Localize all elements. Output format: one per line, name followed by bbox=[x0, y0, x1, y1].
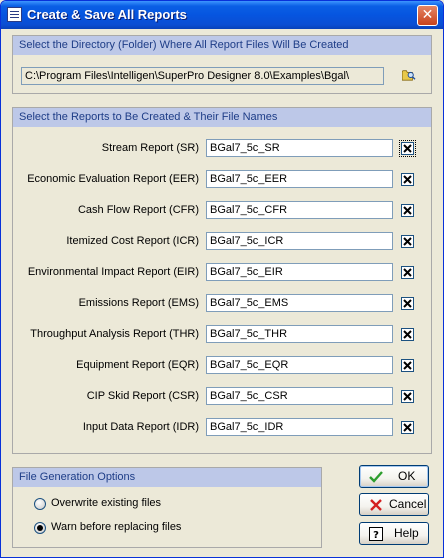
report-filename-input[interactable] bbox=[206, 263, 393, 281]
report-label: Input Data Report (IDR) bbox=[82, 421, 199, 433]
check-x-icon bbox=[403, 144, 412, 153]
svg-text:?: ? bbox=[373, 530, 379, 541]
check-x-icon bbox=[403, 392, 412, 401]
report-filename-input[interactable] bbox=[206, 232, 393, 250]
report-include-checkbox[interactable] bbox=[401, 359, 414, 372]
report-filename-input[interactable] bbox=[206, 418, 393, 436]
reports-group-header: Select the Reports to Be Created & Their… bbox=[13, 108, 431, 127]
cancel-button-label: Cancel bbox=[389, 497, 427, 511]
create-save-reports-dialog: Create & Save All Reports ✕ Select the D… bbox=[0, 0, 444, 558]
directory-group-header: Select the Directory (Folder) Where All … bbox=[13, 36, 431, 55]
report-include-checkbox[interactable] bbox=[401, 421, 414, 434]
report-include-checkbox[interactable] bbox=[401, 204, 414, 217]
ok-button-label: OK bbox=[398, 469, 416, 483]
check-x-icon bbox=[403, 330, 412, 339]
warn-radio-label[interactable]: Warn before replacing files bbox=[51, 521, 181, 533]
report-filename-input[interactable] bbox=[206, 356, 393, 374]
report-filename-input[interactable] bbox=[206, 170, 393, 188]
report-include-checkbox[interactable] bbox=[399, 140, 416, 157]
overwrite-radio[interactable] bbox=[34, 498, 46, 510]
report-filename-input[interactable] bbox=[206, 139, 393, 157]
report-include-checkbox[interactable] bbox=[401, 235, 414, 248]
check-x-icon bbox=[403, 206, 412, 215]
check-x-icon bbox=[403, 237, 412, 246]
folder-search-icon[interactable] bbox=[402, 69, 416, 81]
report-label: Throughput Analysis Report (THR) bbox=[30, 328, 199, 340]
report-include-checkbox[interactable] bbox=[401, 173, 414, 186]
warn-radio[interactable] bbox=[34, 522, 46, 534]
check-x-icon bbox=[403, 423, 412, 432]
help-question-icon: ? bbox=[369, 527, 383, 541]
window-title: Create & Save All Reports bbox=[27, 7, 187, 22]
options-group-header: File Generation Options bbox=[13, 468, 321, 487]
report-include-checkbox[interactable] bbox=[401, 266, 414, 279]
check-x-icon bbox=[403, 268, 412, 277]
directory-group: Select the Directory (Folder) Where All … bbox=[12, 35, 432, 94]
overwrite-radio-label[interactable]: Overwrite existing files bbox=[51, 497, 161, 509]
report-label: Itemized Cost Report (ICR) bbox=[66, 235, 199, 247]
ok-button[interactable]: OK bbox=[359, 465, 429, 488]
report-filename-input[interactable] bbox=[206, 325, 393, 343]
report-label: Equipment Report (EQR) bbox=[76, 359, 199, 371]
check-x-icon bbox=[403, 175, 412, 184]
report-filename-input[interactable] bbox=[206, 387, 393, 405]
report-include-checkbox[interactable] bbox=[401, 328, 414, 341]
directory-path-field[interactable]: C:\Program Files\Intelligen\SuperPro Des… bbox=[21, 67, 384, 85]
report-include-checkbox[interactable] bbox=[401, 390, 414, 403]
close-button[interactable]: ✕ bbox=[417, 5, 438, 26]
check-x-icon bbox=[403, 361, 412, 370]
report-label: Environmental Impact Report (EIR) bbox=[27, 266, 199, 278]
report-include-checkbox[interactable] bbox=[401, 297, 414, 310]
report-label: Emissions Report (EMS) bbox=[78, 297, 199, 309]
report-label: CIP Skid Report (CSR) bbox=[86, 390, 199, 402]
report-filename-input[interactable] bbox=[206, 201, 393, 219]
help-button[interactable]: ? Help bbox=[359, 522, 429, 545]
cancel-x-icon bbox=[370, 499, 382, 511]
help-button-label: Help bbox=[394, 526, 419, 540]
report-document-icon bbox=[7, 7, 22, 22]
check-x-icon bbox=[403, 299, 412, 308]
report-label: Stream Report (SR) bbox=[101, 142, 199, 154]
title-bar[interactable]: Create & Save All Reports ✕ bbox=[1, 1, 443, 29]
checkmark-icon bbox=[369, 471, 383, 483]
report-label: Cash Flow Report (CFR) bbox=[77, 204, 199, 216]
report-label: Economic Evaluation Report (EER) bbox=[27, 173, 199, 185]
report-filename-input[interactable] bbox=[206, 294, 393, 312]
cancel-button[interactable]: Cancel bbox=[359, 493, 429, 516]
